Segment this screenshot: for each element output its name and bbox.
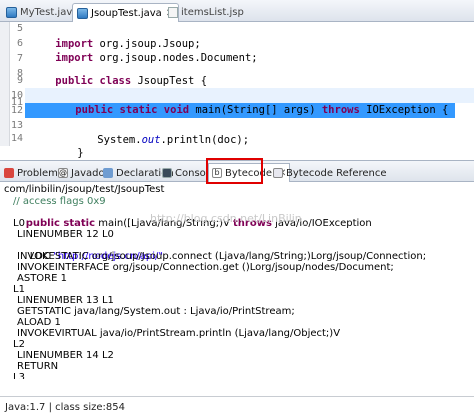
java-file-icon — [77, 7, 88, 19]
bytecode-line: INVOKESTATIC org/jsoup/Jsoup.connect (Lj… — [17, 251, 427, 262]
line-number: 9 — [16, 75, 23, 86]
bytecode-line: RETURN — [17, 361, 59, 372]
line-number: 7 — [16, 53, 23, 64]
overview-ruler — [0, 22, 10, 146]
bytecode-line: LINENUMBER 12 L0 — [17, 229, 114, 240]
annotation-highlight-box — [206, 158, 263, 184]
status-text: Java:1.7 | class size:854 — [5, 402, 125, 413]
line-number: 12 — [10, 105, 23, 116]
console-icon — [162, 168, 172, 178]
bytecode-comment: // access flags 0x9 — [13, 196, 106, 207]
bytecode-line: L0 — [13, 218, 25, 229]
line-number: 14 — [10, 133, 23, 144]
bytecode-line: GETSTATIC java/lang/System.out : Ljava/i… — [17, 306, 295, 317]
code-line: } — [77, 147, 84, 159]
code-line: public class JsoupTest { — [55, 75, 208, 87]
bytecode-line: LINENUMBER 14 L2 — [17, 350, 114, 361]
line-number-gutter: 5 6 7 8 9 10 11 12 13 14 — [10, 22, 25, 146]
code-line: System.out.println(doc); — [97, 134, 250, 146]
line-number: 5 — [16, 23, 23, 34]
tab-bytecode-reference[interactable]: Bytecode Reference — [273, 165, 387, 181]
tab-problems[interactable]: Problems — [4, 165, 63, 181]
tab-mytest-java[interactable]: MyTest.java — [2, 3, 82, 22]
status-bar: Java:1.7 | class size:854 — [0, 396, 474, 420]
tab-itemslist-jsp[interactable]: itemsList.jsp — [164, 3, 248, 22]
class-path-label: com/linbilin/jsoup/test/JsoupTest — [4, 184, 165, 195]
bytecode-line: L2 — [13, 339, 25, 350]
code-line: public static void main(String[] args) t… — [75, 104, 449, 116]
tab-label: itemsList.jsp — [181, 7, 244, 18]
bytecode-line: INVOKEINTERFACE org/jsoup/Connection.get… — [17, 262, 394, 273]
code-line: import org.jsoup.Jsoup; — [55, 38, 201, 50]
bytecode-reference-icon — [273, 168, 283, 178]
code-editor[interactable]: 5 6 7 8 9 10 11 12 13 14 import org.jsou… — [0, 22, 474, 159]
code-line-selected: Document doc = Jsoup.connect("http://nod… — [97, 119, 474, 131]
declaration-icon — [103, 168, 113, 178]
bytecode-view[interactable]: // access flags 0x9 public static main([… — [0, 196, 474, 396]
tab-label: MyTest.java — [20, 7, 79, 18]
bytecode-line: L3 — [13, 372, 25, 379]
jsp-file-icon — [168, 7, 178, 18]
bytecode-line: ALOAD 1 — [17, 317, 61, 328]
java-file-icon — [6, 7, 17, 18]
bytecode-line: LINENUMBER 13 L1 — [17, 295, 114, 306]
tab-label: JsoupTest.java — [91, 7, 162, 19]
bytecode-line: L1 — [13, 284, 25, 295]
line-number: 13 — [10, 120, 23, 131]
problems-icon — [4, 168, 14, 178]
line-number: 6 — [16, 38, 23, 49]
watermark: http://blog.csdn.net/LinBilin_ — [150, 212, 308, 225]
bytecode-line: ASTORE 1 — [17, 273, 67, 284]
code-line: import org.jsoup.nodes.Document; — [55, 52, 258, 64]
javadoc-icon: @ — [58, 168, 68, 178]
bytecode-line: INVOKEVIRTUAL java/io/PrintStream.printl… — [17, 328, 341, 339]
editor-tab-bar: MyTest.java JsoupTest.java ✕ itemsList.j… — [0, 0, 474, 22]
